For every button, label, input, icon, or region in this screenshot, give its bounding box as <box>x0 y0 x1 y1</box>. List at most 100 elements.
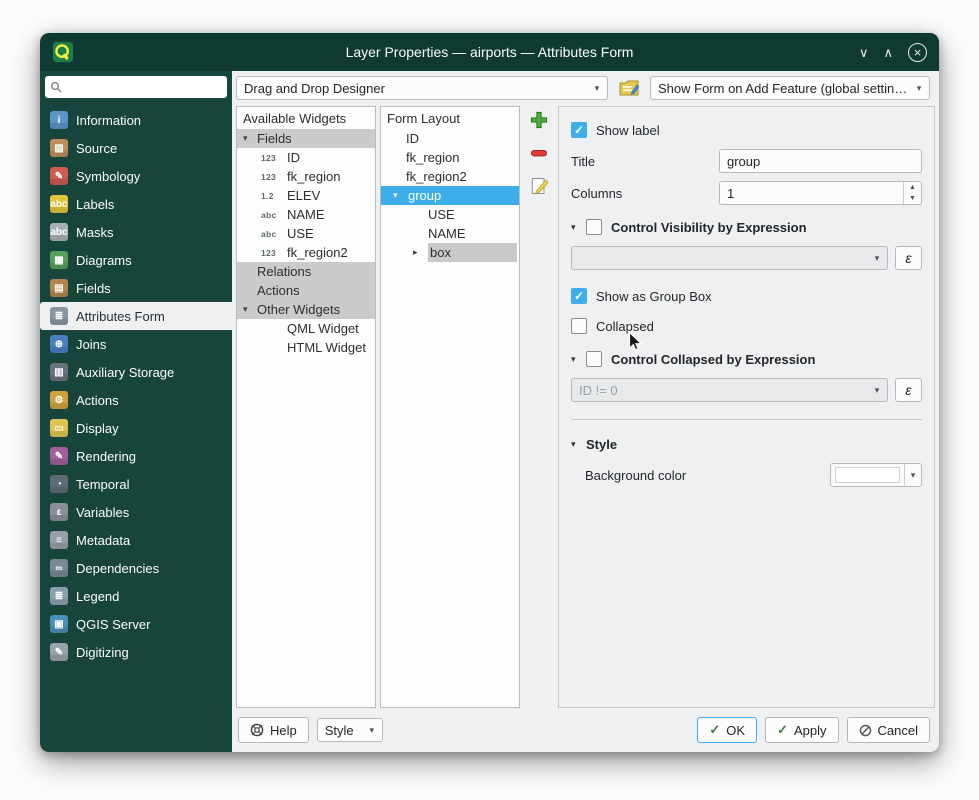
sidebar-item-label: Source <box>76 141 117 156</box>
collapse-arrow-icon[interactable] <box>571 222 586 233</box>
columns-spinbox[interactable]: 1 ▲ ▼ <box>719 181 922 205</box>
sidebar-item-attributes-form[interactable]: ≣ Attributes Form <box>40 302 232 330</box>
help-button[interactable]: Help <box>238 717 309 743</box>
sidebar-item-source[interactable]: ▨ Source <box>40 134 232 162</box>
available-widget-label: ELEV <box>287 188 320 203</box>
sidebar-item-metadata[interactable]: ≡ Metadata <box>40 526 232 554</box>
collapsed-expression-checkbox[interactable] <box>586 351 602 367</box>
available-widget-item[interactable]: QML Widget <box>237 319 375 338</box>
sidebar-item-temporal[interactable]: ◔ Temporal <box>40 470 232 498</box>
sidebar-item-joins[interactable]: ⊕ Joins <box>40 330 232 358</box>
chevron-down-icon <box>869 253 885 264</box>
sidebar-item-legend[interactable]: ≣ Legend <box>40 582 232 610</box>
collapse-arrow-icon[interactable] <box>571 354 586 365</box>
visibility-expression-row <box>571 246 922 270</box>
apply-button[interactable]: Apply <box>765 717 838 743</box>
search-icon <box>50 81 62 93</box>
legend-icon: ≣ <box>50 587 68 605</box>
sidebar-item-diagrams[interactable]: ▦ Diagrams <box>40 246 232 274</box>
available-widget-item[interactable]: abc NAME <box>237 205 375 224</box>
shade-button[interactable]: ∨ <box>859 46 869 59</box>
available-widget-item[interactable]: HTML Widget <box>237 338 375 357</box>
maximize-button[interactable]: ∧ <box>883 46 893 59</box>
sidebar-item-labels[interactable]: abc Labels <box>40 190 232 218</box>
expander-icon[interactable] <box>413 247 423 258</box>
designer-mode-select[interactable]: Drag and Drop Designer <box>236 76 608 100</box>
sidebar-item-symbology[interactable]: ✎ Symbology <box>40 162 232 190</box>
sidebar-item-label: Temporal <box>76 477 129 492</box>
sidebar-item-fields[interactable]: ▤ Fields <box>40 274 232 302</box>
attributes-form-icon: ≣ <box>50 307 68 325</box>
search-input[interactable] <box>66 79 222 95</box>
available-widget-item[interactable]: Other Widgets <box>237 300 375 319</box>
cancel-button[interactable]: Cancel <box>847 717 930 743</box>
layout-actions-column <box>524 106 554 708</box>
style-dropdown-button[interactable]: Style <box>317 718 383 742</box>
sidebar-item-dependencies[interactable]: ∞ Dependencies <box>40 554 232 582</box>
form-layout-item-label: group <box>408 188 441 203</box>
form-layout-panel: Form Layout ID fk_region <box>380 106 520 708</box>
close-button[interactable]: × <box>908 43 927 62</box>
sidebar-item-information[interactable]: i Information <box>40 106 232 134</box>
sidebar-item-masks[interactable]: abc Masks <box>40 218 232 246</box>
available-widget-item[interactable]: Actions <box>237 281 375 300</box>
available-widget-item[interactable]: 1.2 ELEV <box>237 186 375 205</box>
form-layout-item[interactable]: NAME <box>381 224 519 243</box>
sidebar-item-variables[interactable]: ε Variables <box>40 498 232 526</box>
titlebar[interactable]: Layer Properties — airports — Attributes… <box>40 33 939 71</box>
form-layout-item[interactable]: group <box>381 186 519 205</box>
remove-element-button[interactable] <box>527 142 551 164</box>
show-as-group-box-checkbox[interactable] <box>571 288 587 304</box>
title-input[interactable] <box>719 149 922 173</box>
form-layout-item[interactable]: USE <box>381 205 519 224</box>
sidebar-item-digitizing[interactable]: ✎ Digitizing <box>40 638 232 666</box>
sidebar-item-rendering[interactable]: ✎ Rendering <box>40 442 232 470</box>
collapsed-expression-combo[interactable]: ID != 0 <box>571 378 888 402</box>
edit-form-config-button[interactable] <box>615 76 643 100</box>
collapsed-expression-builder-button[interactable] <box>895 378 922 402</box>
form-layout-item[interactable]: fk_region2 <box>381 167 519 186</box>
available-widgets-tree: Fields 123 ID 123 <box>237 129 375 357</box>
sidebar-item-actions[interactable]: ⚙ Actions <box>40 386 232 414</box>
available-widget-item[interactable]: abc USE <box>237 224 375 243</box>
available-widget-item[interactable]: 123 fk_region2 <box>237 243 375 262</box>
add-element-button[interactable] <box>527 109 551 131</box>
sidebar-item-auxiliary-storage[interactable]: ▥ Auxiliary Storage <box>40 358 232 386</box>
sidebar-item-display[interactable]: ▭ Display <box>40 414 232 442</box>
title-row: Title <box>571 149 922 173</box>
spin-up-button[interactable]: ▲ <box>904 182 921 193</box>
form-layout-item[interactable]: ID <box>381 129 519 148</box>
visibility-expression-builder-button[interactable] <box>895 246 922 270</box>
sidebar-search[interactable] <box>45 76 227 98</box>
collapse-arrow-icon[interactable] <box>571 439 586 450</box>
expander-icon[interactable] <box>393 190 403 201</box>
show-label-checkbox[interactable] <box>571 122 587 138</box>
sidebar-item-qgis-server[interactable]: ▣ QGIS Server <box>40 610 232 638</box>
expander-icon[interactable] <box>243 133 253 144</box>
collapsed-expression-value: ID != 0 <box>579 383 618 398</box>
sidebar-item-label: Joins <box>76 337 106 352</box>
form-layout-item[interactable]: box <box>381 243 519 262</box>
sidebar-item-label: Metadata <box>76 533 130 548</box>
rename-element-button[interactable] <box>527 175 551 197</box>
sidebar-item-label: Symbology <box>76 169 140 184</box>
available-widget-item[interactable]: Relations <box>237 262 375 281</box>
form-layout-item[interactable]: fk_region <box>381 148 519 167</box>
collapsed-checkbox[interactable] <box>571 318 587 334</box>
section-separator <box>571 419 922 420</box>
actions-icon: ⚙ <box>50 391 68 409</box>
available-widget-item[interactable]: Fields <box>237 129 375 148</box>
form-open-mode-select[interactable]: Show Form on Add Feature (global setting… <box>650 76 930 100</box>
spin-down-button[interactable]: ▼ <box>904 193 921 204</box>
available-widget-label: NAME <box>287 207 325 222</box>
expander-icon[interactable] <box>243 304 253 315</box>
variables-icon: ε <box>50 503 68 521</box>
available-widget-item[interactable]: 123 ID <box>237 148 375 167</box>
visibility-expression-combo[interactable] <box>571 246 888 270</box>
available-widget-item[interactable]: 123 fk_region <box>237 167 375 186</box>
background-color-picker[interactable] <box>830 463 922 487</box>
form-layout-item-label: box <box>428 243 517 262</box>
form-layout-item-label: NAME <box>428 226 466 241</box>
visibility-expression-checkbox[interactable] <box>586 219 602 235</box>
ok-button[interactable]: OK <box>697 717 757 743</box>
